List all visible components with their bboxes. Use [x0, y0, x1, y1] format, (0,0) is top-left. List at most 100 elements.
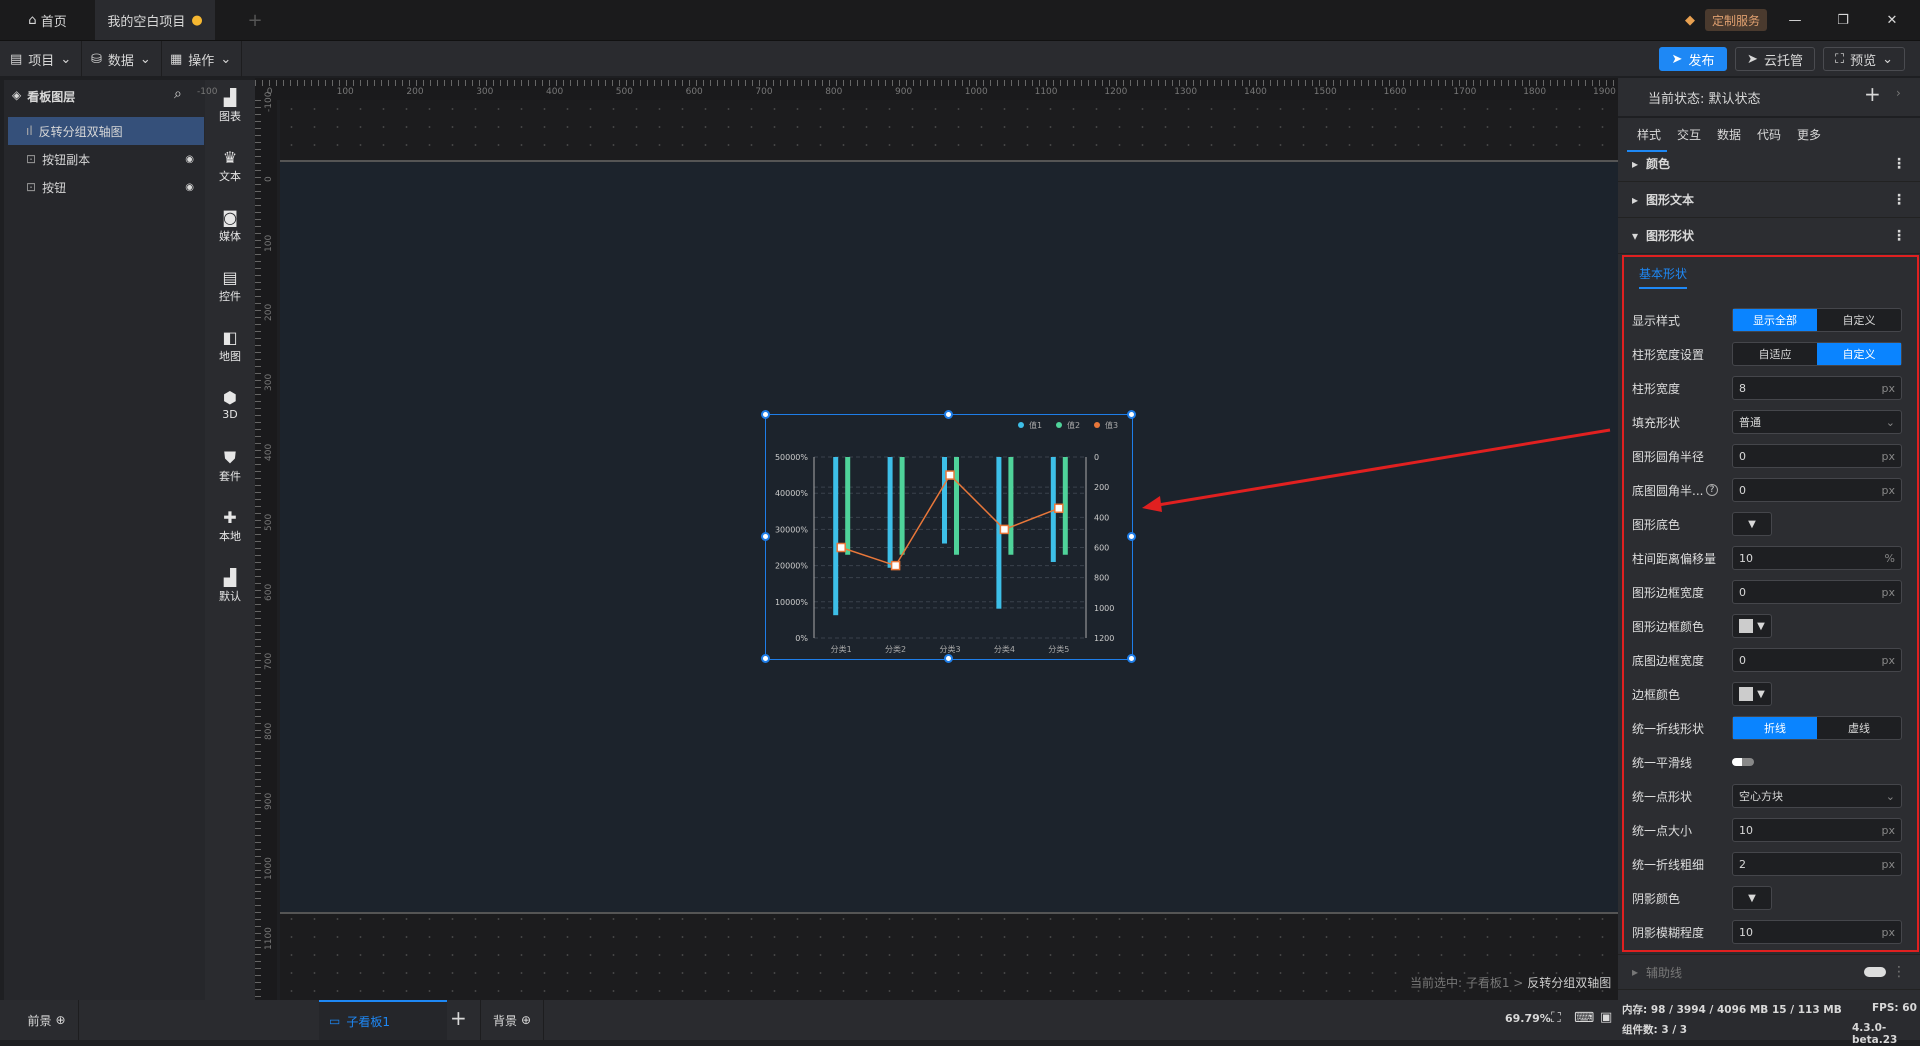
- bgborderw-input[interactable]: 0 px: [1732, 648, 1902, 672]
- smooth-toggle[interactable]: [1732, 758, 1754, 766]
- segment-option[interactable]: 自定义: [1817, 309, 1901, 331]
- panel-tab[interactable]: 样式: [1637, 126, 1661, 143]
- custom-service-button[interactable]: 定制服务: [1705, 9, 1767, 31]
- more-icon[interactable]: ⋮: [1892, 192, 1906, 208]
- resize-handle[interactable]: [944, 410, 953, 419]
- barwidth-input[interactable]: 8 px: [1732, 376, 1902, 400]
- resize-handle[interactable]: [1127, 410, 1136, 419]
- subtab-basic-shape[interactable]: 基本形状: [1639, 265, 1688, 289]
- publish-button[interactable]: ➤ 发布: [1659, 47, 1727, 71]
- console-icon[interactable]: ▣: [1600, 1010, 1612, 1025]
- cloud-host-button[interactable]: ➤ 云托管: [1735, 47, 1815, 71]
- left-tick-label: 20000%: [775, 562, 808, 571]
- offset-input[interactable]: 10%: [1732, 546, 1902, 570]
- subboard-label: 子看板1: [346, 1014, 390, 1029]
- point-input[interactable]: 空心方块 ⌄: [1732, 784, 1902, 808]
- legend-label[interactable]: 值3: [1105, 420, 1118, 430]
- component-default[interactable]: ▟ 默认: [205, 568, 255, 604]
- layer-item[interactable]: ⊡ 按钮 ◉: [8, 173, 204, 201]
- resize-handle[interactable]: [944, 654, 953, 663]
- resize-handle[interactable]: [761, 410, 770, 419]
- component-control[interactable]: ▤ 控件: [205, 268, 255, 304]
- add-circle-icon[interactable]: ⊕: [55, 1013, 65, 1027]
- resize-handle[interactable]: [1127, 532, 1136, 541]
- chart-component[interactable]: 0 200 400 600 800 1000 1200 0% 10000% 20000% 30000…: [761, 410, 1136, 663]
- pointsize-input[interactable]: 10 px: [1732, 818, 1902, 842]
- segment-option[interactable]: 折线: [1733, 717, 1817, 739]
- panel-tab[interactable]: 数据: [1717, 126, 1741, 143]
- unit-label: px: [1881, 925, 1896, 939]
- panel-tab[interactable]: 更多: [1797, 126, 1821, 143]
- component-map[interactable]: ◧ 地图: [205, 328, 255, 364]
- operate-menu[interactable]: ▦ 操作 ⌄: [160, 41, 243, 77]
- fill-input[interactable]: 普通 ⌄: [1732, 410, 1902, 434]
- bgradius-input[interactable]: 0 px: [1732, 478, 1902, 502]
- resize-handle[interactable]: [761, 654, 770, 663]
- search-icon[interactable]: ⌕: [174, 86, 182, 102]
- guide-toggle[interactable]: [1864, 967, 1886, 977]
- resize-handle[interactable]: [1127, 654, 1136, 663]
- fit-screen-icon[interactable]: ⛶: [1551, 1010, 1561, 1026]
- visibility-icon[interactable]: ◉: [185, 154, 194, 165]
- minimize-button[interactable]: —: [1780, 0, 1810, 40]
- front-tab[interactable]: 前景 ⊕: [15, 1000, 79, 1040]
- close-button[interactable]: ✕: [1877, 0, 1907, 40]
- project-tab[interactable]: 我的空白项目 ●: [95, 0, 215, 40]
- segment-option[interactable]: 显示全部: [1733, 309, 1817, 331]
- ruler-label: 1000: [964, 87, 988, 97]
- section-text[interactable]: ▸ 图形文本 ⋮: [1618, 182, 1920, 218]
- input-value: 2: [1739, 857, 1746, 871]
- shadowc-color-picker[interactable]: ▼: [1732, 886, 1772, 910]
- resize-handle[interactable]: [761, 532, 770, 541]
- segment-option[interactable]: 自适应: [1733, 343, 1817, 365]
- section-shape[interactable]: ▾ 图形形状 ⋮: [1618, 218, 1920, 254]
- component-text[interactable]: ♛ 文本: [205, 148, 255, 184]
- section-color[interactable]: ▸ 颜色 ⋮: [1618, 146, 1920, 182]
- legend-label[interactable]: 值1: [1029, 420, 1042, 430]
- component-kit[interactable]: ⛊ 套件: [205, 448, 255, 484]
- component-local[interactable]: ✚ 本地: [205, 508, 255, 544]
- legend-label[interactable]: 值2: [1067, 420, 1080, 430]
- bgcolor-color-picker[interactable]: ▼: [1732, 512, 1772, 536]
- subboard-tab[interactable]: ▭ 子看板1: [319, 1000, 447, 1040]
- add-state-button[interactable]: +: [1864, 82, 1881, 106]
- component-3d[interactable]: ⬢ 3D: [205, 388, 255, 421]
- component-media[interactable]: ◙ 媒体: [205, 208, 255, 244]
- zoom-level: 69.79%: [1505, 1012, 1551, 1025]
- ruler-label: 1400: [1244, 87, 1267, 97]
- restore-button[interactable]: ❐: [1828, 0, 1858, 40]
- segment-option[interactable]: 虚线: [1817, 717, 1901, 739]
- project-menu[interactable]: ▤ 项目 ⌄: [0, 41, 83, 77]
- chevron-right-icon[interactable]: ›: [1896, 86, 1901, 100]
- borderw-input[interactable]: 0 px: [1732, 580, 1902, 604]
- input-value: 10: [1739, 551, 1753, 565]
- legend-marker: [1094, 422, 1100, 428]
- more-icon[interactable]: ⋮: [1892, 964, 1906, 980]
- home-tab[interactable]: ⌂ 首页: [0, 0, 95, 40]
- segment-option[interactable]: 自定义: [1817, 343, 1901, 365]
- more-icon[interactable]: ⋮: [1892, 228, 1906, 244]
- data-menu[interactable]: ⛁ 数据 ⌄: [81, 41, 162, 77]
- preview-button[interactable]: ⛶ 预览 ⌄: [1823, 47, 1905, 71]
- ruler-label: 800: [825, 87, 843, 97]
- keyboard-icon[interactable]: ⌨: [1574, 1010, 1594, 1026]
- section-guide[interactable]: ▸ 辅助线 ⋮: [1618, 954, 1920, 990]
- add-circle-icon[interactable]: ⊕: [521, 1013, 531, 1027]
- panel-tab[interactable]: 代码: [1757, 126, 1781, 143]
- bordercolor-color-picker[interactable]: ▼: [1732, 682, 1772, 706]
- back-tab[interactable]: 背景 ⊕: [480, 1000, 544, 1040]
- add-tab-button[interactable]: +: [240, 0, 270, 40]
- linew-input[interactable]: 2 px: [1732, 852, 1902, 876]
- help-icon[interactable]: ?: [1706, 484, 1718, 496]
- shadowb-input[interactable]: 10 px: [1732, 920, 1902, 944]
- panel-tab[interactable]: 交互: [1677, 126, 1701, 143]
- borderc-color-picker[interactable]: ▼: [1732, 614, 1772, 638]
- left-tick-label: 30000%: [775, 525, 808, 534]
- radius-input[interactable]: 0 px: [1732, 444, 1902, 468]
- x-tick-label: 分类2: [885, 644, 906, 654]
- add-board-button[interactable]: +: [450, 1006, 467, 1030]
- layer-item[interactable]: ⊡ 按钮副本 ◉: [8, 145, 204, 173]
- layer-item[interactable]: ıl 反转分组双轴图: [8, 117, 204, 145]
- more-icon[interactable]: ⋮: [1892, 156, 1906, 172]
- visibility-icon[interactable]: ◉: [185, 182, 194, 193]
